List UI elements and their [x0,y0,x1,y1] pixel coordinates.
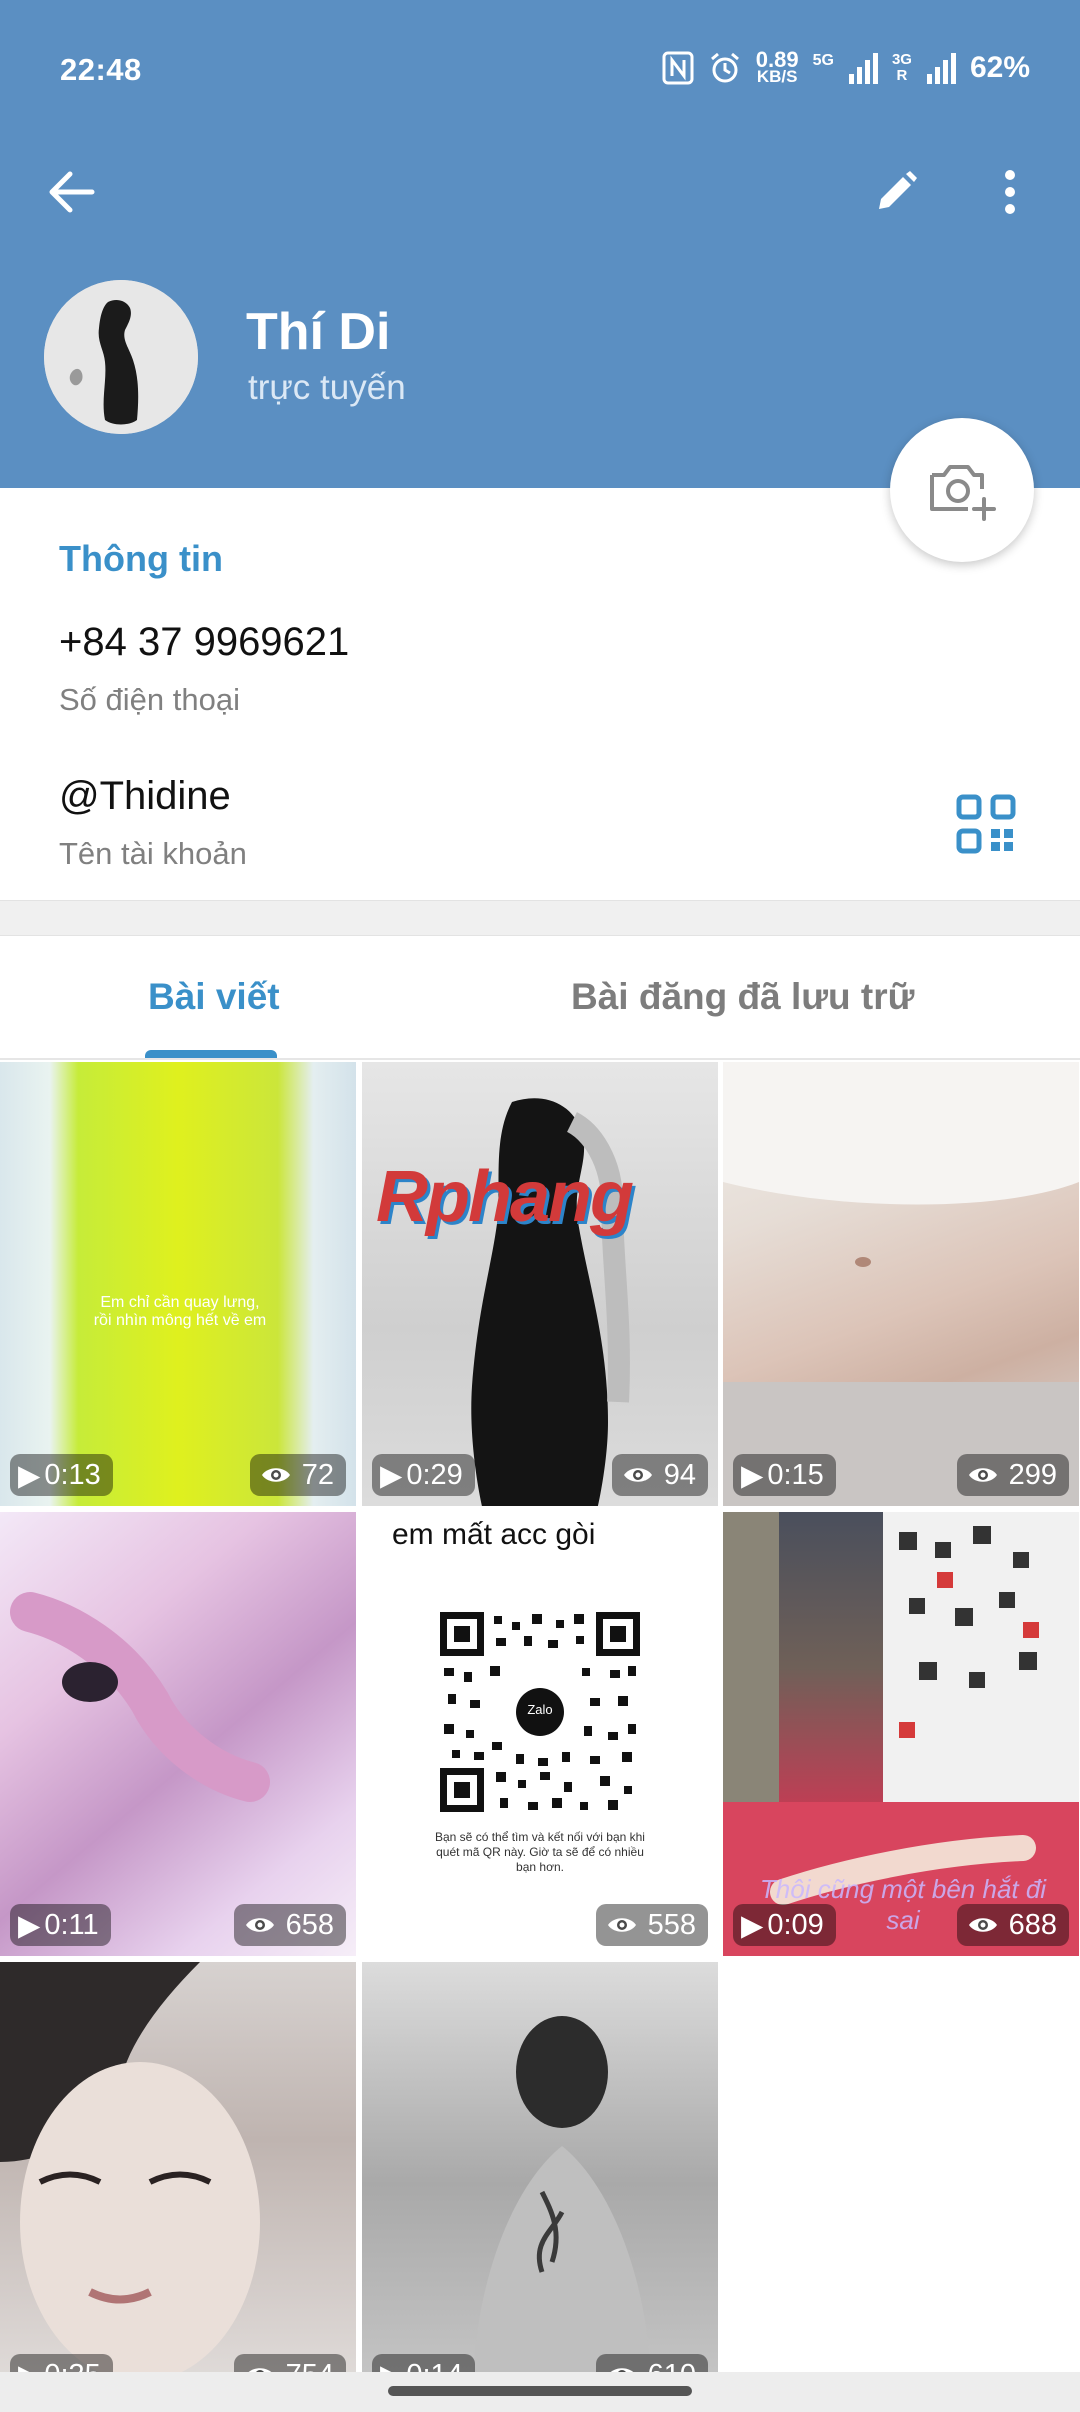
status-time: 22:48 [60,52,142,87]
eye-icon [245,1918,274,1932]
post-tile[interactable]: Em chỉ cần quay lưng, rồi nhìn mông hết … [0,1062,356,1506]
qr-code-button[interactable] [956,794,1016,854]
play-icon: ▶ [18,1909,41,1942]
duration-badge: ▶ 0:11 [10,1904,111,1946]
post-tile[interactable]: Rphang ▶ 0:29 94 [362,1062,718,1506]
network-speed-unit: KB/S [756,67,798,86]
phone-number[interactable]: +84 37 9969621 [59,620,349,665]
profile-name: Thí Di [246,303,391,361]
duration-value: 0:15 [767,1458,824,1491]
duration-value: 0:13 [44,1458,101,1491]
post-tile[interactable]: em mất acc gòi Zalo Bạn sẽ có thể tìm và… [362,1512,718,1956]
info-section-title: Thông tin [59,538,223,579]
post-caption-line: rồi nhìn mông hết về em [93,1312,267,1329]
pencil-icon [879,171,917,209]
set-photo-button[interactable] [890,418,1034,562]
views-count: 299 [1008,1458,1057,1491]
more-options-button[interactable] [980,156,1040,228]
signal-icon [848,53,878,84]
post-tile[interactable]: ▶ 0:15 299 [723,1062,1079,1506]
alarm-icon [710,52,739,83]
tab-archived-posts[interactable]: Bài đăng đã lưu trữ [571,976,914,1018]
section-divider [0,900,1080,936]
post-image [10,1592,270,1802]
views-badge: 299 [956,1454,1069,1496]
post-caption-line: Em chỉ cần quay lưng, [100,1294,260,1311]
avatar-image [44,280,198,434]
network-type-label: 5G [812,52,834,69]
profile-avatar[interactable] [44,280,198,434]
play-icon: ▶ [741,1459,764,1492]
qr-code-icon [956,794,1016,854]
duration-value: 0:09 [767,1908,824,1941]
sim2-group: 3G R [892,52,912,84]
play-icon: ▶ [18,1459,41,1492]
duration-value: 0:29 [406,1458,463,1491]
profile-header: 22:48 0.89 KB/S 5G 3G R 62% Thí Di trực … [0,0,1080,488]
post-image [723,1062,1079,1506]
zalo-logo-text: Zalo [527,1702,553,1717]
tab-posts[interactable]: Bài viết [148,976,280,1018]
post-image [472,2016,652,2406]
sim2-type-label: 3G [891,51,912,68]
eye-icon [607,1918,636,1932]
battery-level: 62% [969,51,1030,84]
home-gesture-handle[interactable] [388,2386,692,2396]
post-tile[interactable]: ▶ 0:11 658 [0,1512,356,1956]
views-count: 72 [301,1458,334,1491]
duration-badge: ▶ 0:13 [10,1454,113,1496]
nfc-icon [662,51,694,85]
eye-icon [968,1468,997,1482]
views-badge: 658 [233,1904,346,1946]
post-image [471,1098,630,1506]
views-badge: 688 [956,1904,1069,1946]
views-badge: 94 [611,1454,708,1496]
more-vertical-icon [1005,170,1015,214]
views-count: 688 [1008,1908,1057,1941]
username-label: Tên tài khoản [59,836,247,871]
post-tile[interactable]: Thôi cũng một bên hắt đi sai ▶ 0:09 688 [723,1512,1079,1956]
play-icon: ▶ [741,1909,764,1942]
network-speed-value: 0.89 [755,47,799,72]
eye-icon [968,1918,997,1932]
post-image [0,1962,260,2382]
watermark-text: Rphang [376,1157,634,1237]
duration-value: 0:11 [44,1908,99,1941]
views-count: 558 [647,1908,696,1941]
status-icons: 0.89 KB/S 5G 3G R 62% [662,46,1030,90]
username[interactable]: @Thidine [59,774,231,819]
back-button[interactable] [36,156,108,228]
views-count: 658 [285,1908,334,1941]
network-speed: 0.89 KB/S [755,47,799,86]
views-count: 94 [663,1458,696,1491]
roaming-label: R [896,67,908,84]
duration-badge: ▶ 0:29 [372,1454,475,1496]
duration-badge: ▶ 0:09 [733,1904,836,1946]
qr-note-text: Bạn sẽ có thể tìm và kết nối với bạn khi… [435,1830,645,1874]
signal-2-icon [926,53,956,84]
profile-status: trực tuyến [248,368,406,407]
post-caption: Em chỉ cần quay lưng, rồi nhìn mông hết … [60,1294,300,1330]
post-tile[interactable]: ▶ 0:35 754 [0,1962,356,2406]
system-navigation-bar [0,2372,1080,2412]
duration-badge: ▶ 0:15 [733,1454,836,1496]
status-bar: 22:48 0.89 KB/S 5G 3G R 62% [0,0,1080,140]
profile-tabs: Bài viết Bài đăng đã lưu trữ [0,936,1080,1060]
eye-icon [623,1468,652,1482]
eye-icon [261,1468,290,1482]
post-caption: em mất acc gòi [392,1518,596,1551]
phone-number-label: Số điện thoại [59,682,240,717]
play-icon: ▶ [380,1459,403,1492]
views-badge: 72 [249,1454,346,1496]
posts-grid: Em chỉ cần quay lưng, rồi nhìn mông hết … [0,1062,1080,2406]
post-tile[interactable]: ▶ 0:14 610 [362,1962,718,2406]
edit-button[interactable] [860,156,932,228]
views-badge: 558 [595,1904,708,1946]
active-tab-indicator [145,1050,277,1058]
camera-add-icon [930,465,996,521]
arrow-left-icon [49,171,95,213]
